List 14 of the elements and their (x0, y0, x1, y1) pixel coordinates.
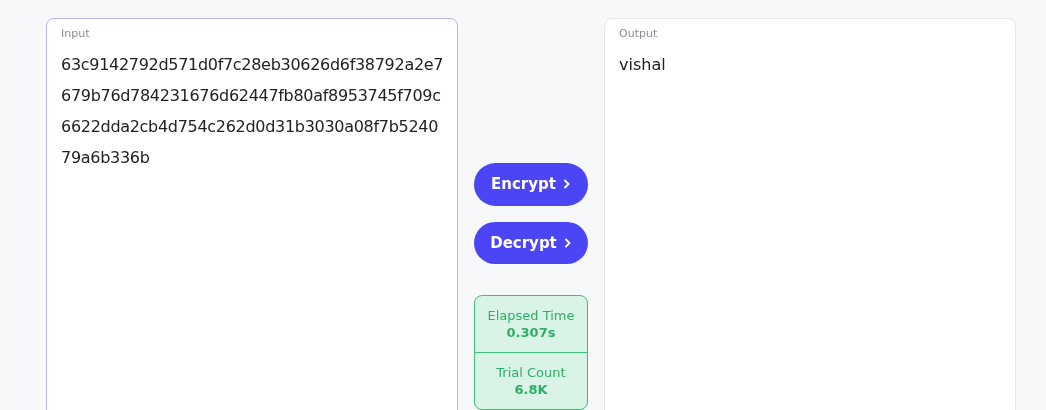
output-label: Output (619, 27, 658, 40)
stat-label: Trial Count (496, 365, 566, 380)
chevron-icon (562, 179, 571, 190)
stat-value: 0.307s (506, 325, 556, 340)
output-field[interactable]: Output vishal (604, 18, 1016, 410)
output-text: vishal (619, 54, 666, 76)
stat-value: 6.8K (514, 382, 548, 397)
input-text: 63c9142792d571d0f7c28eb30626d6f38792a2e7679b76d784231676d62447fb80af8953745f709c6622dda2cb4d754c262d0d31b3030a08f7b524079a6b336b (61, 54, 445, 169)
action-button[interactable]: Encrypt (474, 163, 588, 206)
action-button[interactable]: Decrypt (474, 221, 588, 264)
stat-label: Elapsed Time (487, 308, 575, 323)
input-field[interactable]: Input 63c9142792d571d0f7c28eb30626d6f38792a2e7679b76d784231676d62447fb80af8953745f709c6622dda2cb4d754c262d0d31b3030a08f7b524079a6b336b (46, 18, 458, 410)
input-label: Input (61, 27, 90, 40)
chevron-icon (563, 237, 572, 248)
